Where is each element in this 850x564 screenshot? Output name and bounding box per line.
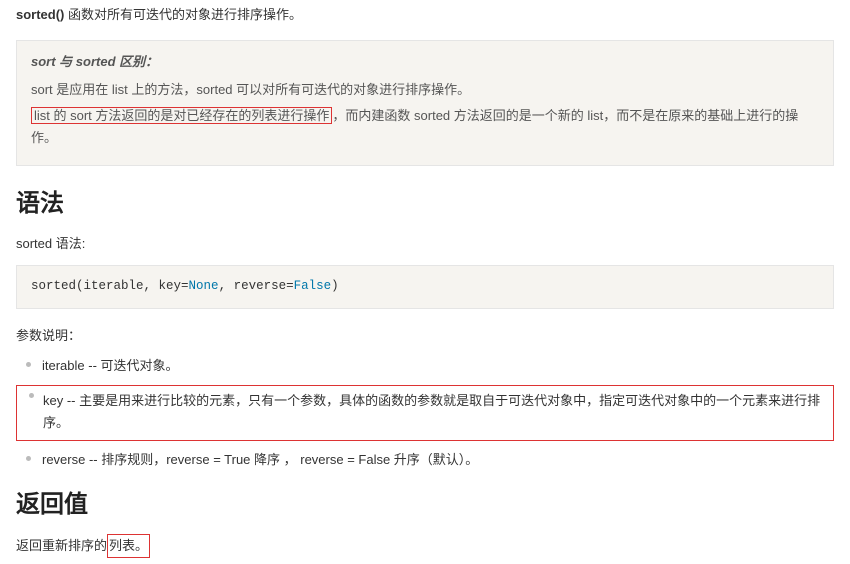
param-reverse: reverse -- 排序规则，reverse = True 降序 ， reve… [16, 449, 834, 471]
note-line-1: sort 是应用在 list 上的方法，sorted 可以对所有可迭代的对象进行… [31, 79, 819, 101]
code-none: None [189, 279, 219, 293]
note-highlight: list 的 sort 方法返回的是对已经存在的列表进行操作 [31, 107, 332, 124]
return-text: 返回重新排序的列表。 [16, 534, 834, 558]
code-close: ) [331, 279, 339, 293]
note-line-2: list 的 sort 方法返回的是对已经存在的列表进行操作，而内建函数 sor… [31, 105, 819, 149]
return-heading: 返回值 [16, 485, 834, 526]
param-key: key -- 主要是用来进行比较的元素，只有一个参数，具体的函数的参数就是取自于… [16, 385, 834, 441]
syntax-heading: 语法 [16, 184, 834, 225]
return-prefix: 返回重新排序的 [16, 538, 107, 553]
params-label: 参数说明： [16, 325, 834, 347]
code-open: (iterable, key= [76, 279, 189, 293]
code-block: sorted(iterable, key=None, reverse=False… [16, 265, 834, 308]
note-box: sort 与 sorted 区别： sort 是应用在 list 上的方法，so… [16, 40, 834, 166]
code-fn: sorted [31, 279, 76, 293]
syntax-desc: sorted 语法: [16, 233, 834, 255]
intro-text: 函数对所有可迭代的对象进行排序操作。 [64, 7, 302, 22]
code-mid: , reverse= [219, 279, 294, 293]
return-highlight: 列表。 [107, 534, 150, 558]
func-name: sorted() [16, 7, 64, 22]
note-title: sort 与 sorted 区别： [31, 51, 819, 73]
params-list: iterable -- 可迭代对象。 key -- 主要是用来进行比较的元素，只… [16, 355, 834, 471]
code-false: False [294, 279, 332, 293]
intro-paragraph: sorted() 函数对所有可迭代的对象进行排序操作。 [16, 4, 834, 26]
param-iterable: iterable -- 可迭代对象。 [16, 355, 834, 377]
